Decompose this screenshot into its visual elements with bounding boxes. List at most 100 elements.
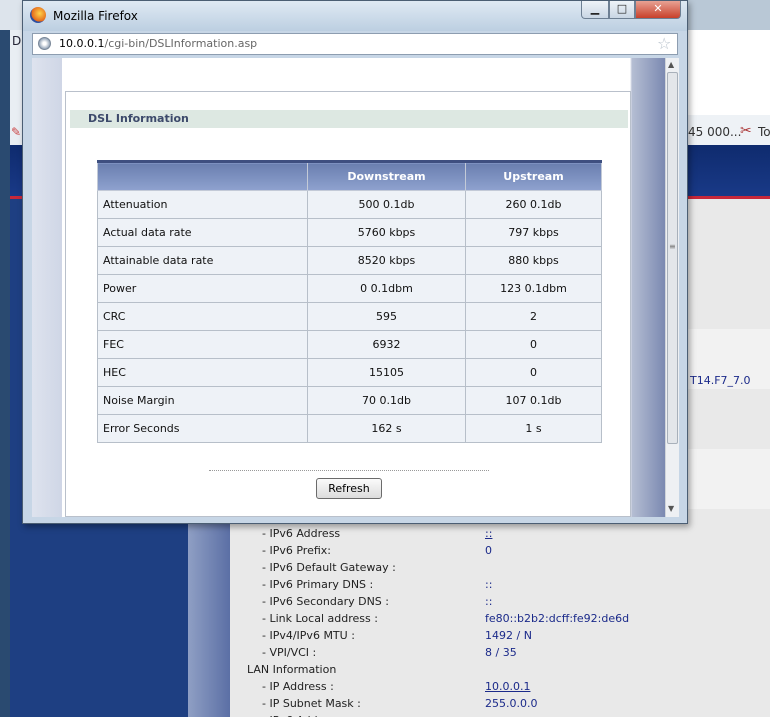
downstream-value: 8520 kbps (307, 246, 466, 275)
refresh-button[interactable]: Refresh (316, 478, 382, 499)
table-row: Attainable data rate 8520 kbps 880 kbps (97, 246, 602, 275)
downstream-value: 15105 (307, 358, 466, 387)
url-text[interactable]: 10.0.0.1/cgi-bin/DSLInformation.asp (59, 37, 257, 50)
downstream-value: 6932 (307, 330, 466, 359)
background-title-bar-right (684, 0, 770, 30)
url-host: 10.0.0.1 (59, 37, 105, 50)
section-title: DSL Information (88, 112, 189, 125)
upstream-value: 0 (465, 330, 602, 359)
downstream-value: 162 s (307, 414, 466, 443)
info-value: 0 (485, 544, 492, 557)
info-value[interactable]: :: (485, 525, 492, 542)
info-row: - Link Local address : fe80::b2b2:dcff:fe… (247, 610, 767, 627)
popup-title-bar[interactable]: Mozilla Firefox ▁ □ ✕ (23, 1, 687, 31)
info-row: - IPv6 Address:: (247, 712, 767, 717)
info-row: LAN Information (247, 661, 767, 678)
info-label: - IPv6 Primary DNS : (262, 578, 374, 591)
row-label: Attainable data rate (97, 246, 308, 275)
info-value[interactable]: 10.0.0.1 (485, 678, 530, 695)
row-label: Attenuation (97, 190, 308, 219)
background-toolbar-number: 45 000... (688, 125, 742, 139)
table-row: FEC 6932 0 (97, 330, 602, 359)
scrollbar-grip-icon: ≡ (669, 242, 676, 251)
table-row: Actual data rate 5760 kbps 797 kbps (97, 218, 602, 247)
column-header-upstream: Upstream (465, 160, 602, 191)
scroll-up-arrow-icon[interactable]: ▲ (668, 60, 674, 69)
table-header-row: Downstream Upstream (97, 160, 602, 191)
info-row: - IP Address : 10.0.0.1 (247, 678, 767, 695)
info-row: - IPv4/IPv6 MTU : 1492 / N (247, 627, 767, 644)
dsl-table: Downstream Upstream Attenuation 500 0.1db… (97, 160, 602, 443)
upstream-value: 2 (465, 302, 602, 331)
info-label: - IPv6 Default Gateway : (262, 561, 396, 574)
scrollbar-thumb[interactable] (667, 72, 678, 444)
info-label: - IP Address : (262, 680, 334, 693)
background-info-list: - IPv6 Address:: - IPv6 Prefix: 0- IPv6 De… (247, 525, 767, 717)
dsl-info-card: DSL Information Downstream Upstream Atte… (65, 91, 631, 517)
info-label: - VPI/VCI : (262, 646, 317, 659)
popup-viewport: DSL Information Downstream Upstream Atte… (32, 58, 679, 517)
info-value: :: (485, 712, 492, 717)
info-row: - IP Subnet Mask : 255.0.0.0 (247, 695, 767, 712)
scroll-down-arrow-icon[interactable]: ▼ (668, 504, 674, 513)
vertical-scrollbar[interactable]: ▲ ≡ ▼ (665, 58, 679, 517)
info-label: - Link Local address : (262, 612, 378, 625)
upstream-value: 260 0.1db (465, 190, 602, 219)
info-label: - IPv6 Address (262, 527, 341, 540)
tools-icon[interactable]: ✂ (740, 123, 752, 139)
info-value: fe80::b2b2:dcff:fe92:de6d (485, 612, 630, 625)
table-row: CRC 595 2 (97, 302, 602, 331)
column-header-downstream: Downstream (307, 160, 466, 191)
info-value: 8 / 35 (485, 646, 517, 659)
row-label: Actual data rate (97, 218, 308, 247)
close-button[interactable]: ✕ (635, 1, 681, 19)
popup-window: Mozilla Firefox ▁ □ ✕ 10.0.0.1/cgi-bin/D… (22, 0, 688, 524)
maximize-button[interactable]: □ (609, 1, 635, 19)
background-toolbar-label[interactable]: To (758, 125, 770, 139)
upstream-value: 0 (465, 358, 602, 387)
table-row: Attenuation 500 0.1db 260 0.1db (97, 190, 602, 219)
row-label: HEC (97, 358, 308, 387)
info-row: - VPI/VCI : 8 / 35 (247, 644, 767, 661)
info-label: - IPv6 Secondary DNS : (262, 595, 389, 608)
info-row: - IPv6 Default Gateway : (247, 559, 767, 576)
downstream-value: 0 0.1dbm (307, 274, 466, 303)
firefox-icon (30, 7, 46, 23)
info-row: - IPv6 Primary DNS ::: (247, 576, 767, 593)
minimize-button[interactable]: ▁ (581, 1, 609, 19)
info-label: - IPv6 Address (262, 712, 340, 717)
row-label: Noise Margin (97, 386, 308, 415)
downstream-value: 595 (307, 302, 466, 331)
downstream-value: 70 0.1db (307, 386, 466, 415)
popup-title: Mozilla Firefox (53, 9, 138, 23)
background-menu-letter[interactable]: D (12, 34, 21, 48)
table-row: Error Seconds 162 s1 s (97, 414, 602, 443)
upstream-value: 123 0.1dbm (465, 274, 602, 303)
info-label: - IP Subnet Mask : (262, 697, 361, 710)
divider (209, 470, 489, 471)
background-window-frame (0, 30, 10, 717)
info-value: :: (485, 595, 493, 608)
info-value: :: (485, 578, 493, 591)
upstream-value: 880 kbps (465, 246, 602, 275)
globe-icon (38, 37, 51, 50)
upstream-value: 1 s (465, 414, 602, 443)
url-bar[interactable]: 10.0.0.1/cgi-bin/DSLInformation.asp ☆ (32, 33, 678, 55)
info-label: - IPv6 Prefix: (262, 544, 331, 557)
table-row: HEC 15105 0 (97, 358, 602, 387)
firmware-version-text: T14.F7_7.0 (690, 374, 751, 387)
bookmark-star-icon[interactable]: ☆ (657, 34, 671, 53)
section-header: DSL Information (70, 110, 628, 128)
table-row: Power 0 0.1dbm 123 0.1dbm (97, 274, 602, 303)
info-row: - IPv6 Prefix: 0 (247, 542, 767, 559)
upstream-value: 107 0.1db (465, 386, 602, 415)
dsl-table-body: Attenuation 500 0.1db 260 0.1db Actual data… (97, 190, 602, 443)
url-path: /cgi-bin/DSLInformation.asp (104, 37, 258, 50)
column-header-label (97, 160, 308, 191)
info-row: - IPv6 Address:: (247, 525, 767, 542)
info-value: 255.0.0.0 (485, 697, 538, 710)
downstream-value: 500 0.1db (307, 190, 466, 219)
row-label: Power (97, 274, 308, 303)
table-row: Noise Margin 70 0.1db 107 0.1db (97, 386, 602, 415)
info-value: 1492 / N (485, 629, 532, 642)
